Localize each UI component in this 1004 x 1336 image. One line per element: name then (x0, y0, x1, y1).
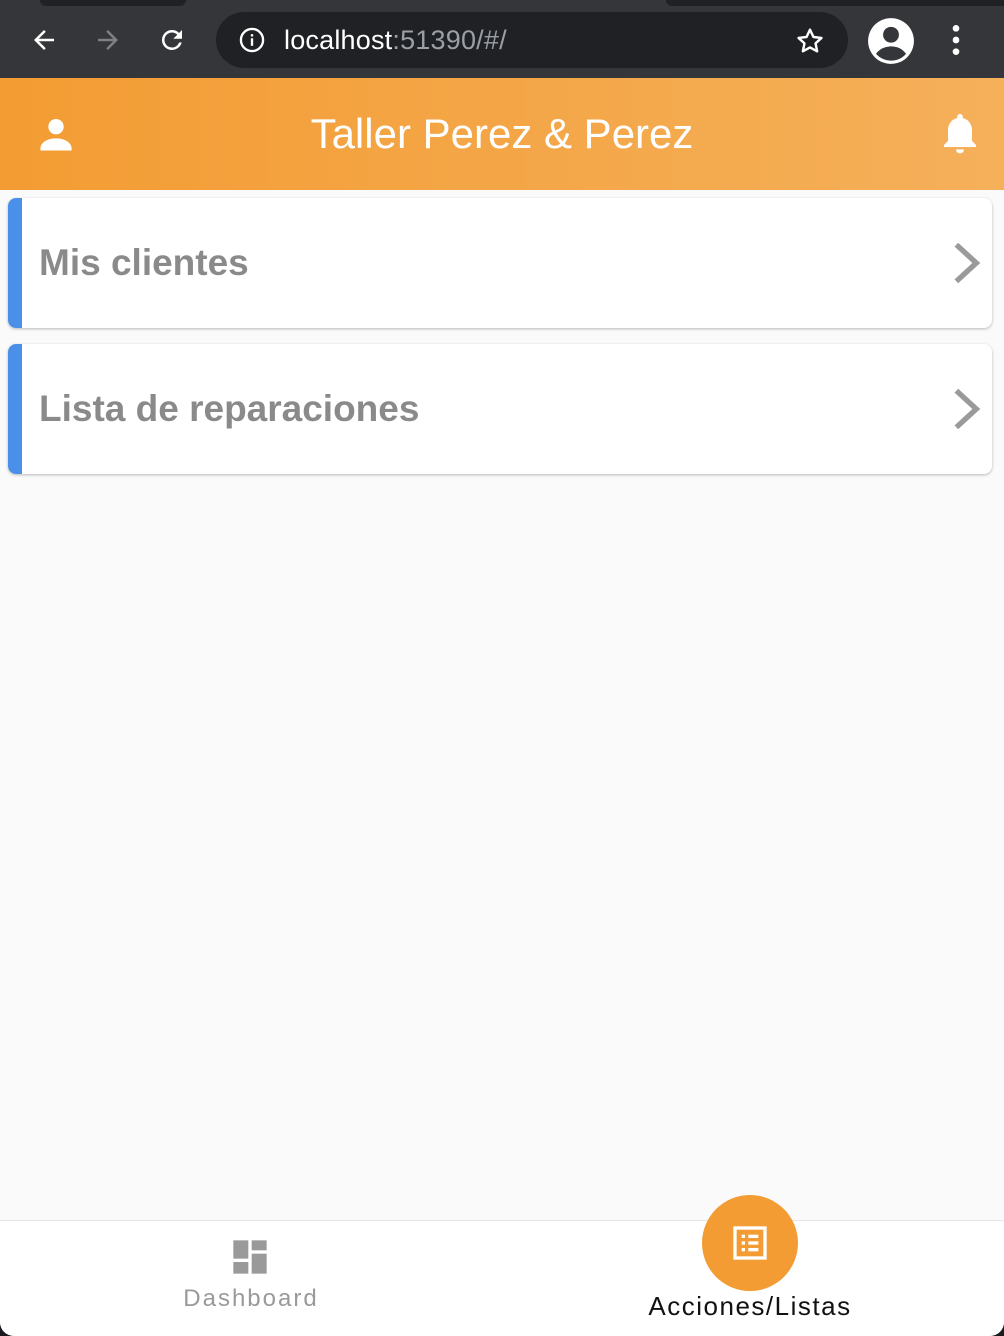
list-item-mis-clientes[interactable]: Mis clientes (8, 198, 992, 328)
nav-label-acciones-listas: Acciones/Listas (648, 1291, 852, 1321)
forward-arrow-icon[interactable] (88, 20, 128, 60)
bell-icon[interactable] (936, 108, 984, 158)
list-alt-icon (733, 1226, 767, 1260)
address-bar[interactable]: localhost:51390/#/ (216, 12, 848, 68)
back-arrow-icon[interactable] (24, 20, 64, 60)
url-text[interactable]: localhost:51390/#/ (284, 25, 507, 55)
nav-item-acciones-listas[interactable]: Acciones/Listas (502, 1195, 1004, 1336)
card-accent (8, 344, 22, 474)
more-vert-icon[interactable] (936, 20, 976, 60)
star-icon[interactable] (794, 25, 826, 57)
nav-label-dashboard: Dashboard (183, 1285, 319, 1312)
info-icon[interactable] (238, 26, 266, 54)
bottom-navigation: Dashboard Acciones/Listas (0, 1195, 1004, 1336)
app-title: Taller Perez & Perez (310, 110, 694, 157)
browser-tab[interactable] (666, 0, 1004, 6)
card-accent (8, 198, 22, 328)
nav-item-dashboard[interactable]: Dashboard (0, 1221, 502, 1336)
chevron-right-icon (954, 388, 981, 430)
account-circle-icon[interactable] (866, 16, 916, 66)
chevron-right-icon (954, 242, 981, 284)
app-window: localhost:51390/#/ Taller Perez & Perez (0, 0, 1004, 1336)
url-path: :51390/#/ (392, 25, 507, 55)
app-bar: Taller Perez & Perez (0, 78, 1004, 190)
active-nav-bubble[interactable] (702, 1195, 798, 1291)
browser-toolbar: localhost:51390/#/ (0, 0, 1004, 78)
person-icon[interactable] (34, 112, 78, 156)
list-item-label: Mis clientes (39, 242, 249, 283)
reload-icon[interactable] (152, 20, 192, 60)
browser-tab[interactable] (40, 0, 186, 6)
url-host: localhost (284, 25, 393, 55)
dashboard-icon (233, 1240, 267, 1274)
list-item-label: Lista de reparaciones (39, 388, 420, 429)
list-item-lista-de-reparaciones[interactable]: Lista de reparaciones (8, 344, 992, 474)
